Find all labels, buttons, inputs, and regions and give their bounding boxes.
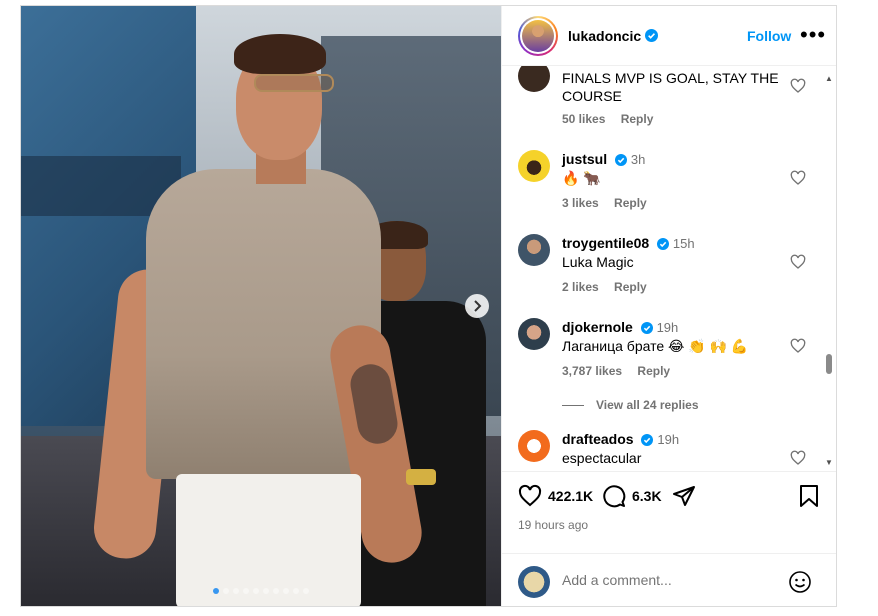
carousel-dot [243,588,249,594]
comment-username[interactable]: justsul [562,151,607,167]
carousel-dot [213,588,219,594]
bookmark-icon[interactable] [798,484,820,508]
share-icon[interactable] [672,484,696,508]
carousel-dot [293,588,299,594]
author-avatar[interactable] [518,15,558,56]
comment-time: 19h [657,432,680,447]
comment-avatar[interactable] [518,150,550,182]
post-modal: lukadoncic Follow ••• FINALS MVP IS GOAL… [20,5,837,607]
verified-badge-icon [657,238,670,251]
comment-avatar[interactable] [518,66,550,92]
scrollbar-thumb[interactable] [826,354,832,374]
comment-text: 🔥 🐂 [562,170,601,186]
comment-text: Luka Magic [562,254,634,270]
scroll-down-arrow-icon[interactable]: ▼ [825,458,833,467]
carousel-dots [21,588,501,594]
carousel-dot [253,588,259,594]
comment-avatar[interactable] [518,318,550,350]
comment-avatar[interactable] [518,430,550,462]
verified-badge-icon [640,322,653,335]
main-subject [91,34,436,606]
more-options-icon[interactable]: ••• [800,22,826,48]
heart-icon[interactable] [790,170,806,186]
reply-button[interactable]: Reply [621,112,654,126]
reply-button[interactable]: Reply [614,280,647,294]
reply-button[interactable]: Reply [637,364,670,378]
comment-username[interactable]: djokernole [562,319,633,335]
comment-likes[interactable]: 50 likes [562,112,605,126]
comment-text: FINALS MVP IS GOAL, STAY THE COURSE [562,70,779,104]
comment-text: espectacular [562,450,642,466]
comment-time: 3h [630,152,646,167]
heart-icon[interactable] [518,484,542,508]
post-side-panel: lukadoncic Follow ••• FINALS MVP IS GOAL… [501,6,836,606]
verified-badge-icon [645,29,659,42]
carousel-dot [223,588,229,594]
add-comment-bar [502,553,836,606]
carousel-dot [233,588,239,594]
emoji-icon[interactable] [788,570,812,594]
chevron-right-icon [474,300,482,312]
heart-icon[interactable] [790,254,806,270]
post-photo[interactable] [21,6,501,606]
comment-icon[interactable] [602,484,626,508]
comment-text: Лаганица брате 😂 👏 🙌 💪 [562,338,749,354]
carousel-next-button[interactable] [465,294,489,318]
scroll-up-arrow-icon[interactable]: ▲ [825,74,833,83]
heart-icon[interactable] [790,450,806,466]
comment-likes[interactable]: 3,787 likes [562,364,622,378]
carousel-dot [283,588,289,594]
view-replies-button[interactable]: View all 24 replies [562,398,699,412]
carousel-dot [303,588,309,594]
author-username[interactable]: lukadoncic [568,28,641,44]
verified-badge-icon [641,434,654,447]
comment-likes[interactable]: 2 likes [562,280,599,294]
comments-scrollbar[interactable]: ▲ ▼ [823,72,835,468]
comment-time: 19h [656,320,679,335]
comments-count[interactable]: 6.3K [632,488,662,504]
carousel-dot [273,588,279,594]
comments-list: FINALS MVP IS GOAL, STAY THE COURSE 50 l… [502,66,836,471]
comment-input[interactable] [562,572,782,588]
comment-avatar[interactable] [518,234,550,266]
post-header: lukadoncic Follow ••• [502,6,836,66]
carousel-dot [263,588,269,594]
post-actions: 422.1K 6.3K 19 hours ago [502,471,836,532]
verified-badge-icon [615,154,628,167]
current-user-avatar [518,566,550,598]
comment-username[interactable]: drafteados [562,431,634,447]
follow-button[interactable]: Follow [747,28,791,44]
likes-count[interactable]: 422.1K [548,488,593,504]
comment-username[interactable]: troygentile08 [562,235,649,251]
comment-time: 15h [672,236,695,251]
heart-icon[interactable] [790,78,806,94]
heart-icon[interactable] [790,338,806,354]
comment-likes[interactable]: 3 likes [562,196,599,210]
post-timestamp: 19 hours ago [518,518,589,532]
reply-button[interactable]: Reply [614,196,647,210]
